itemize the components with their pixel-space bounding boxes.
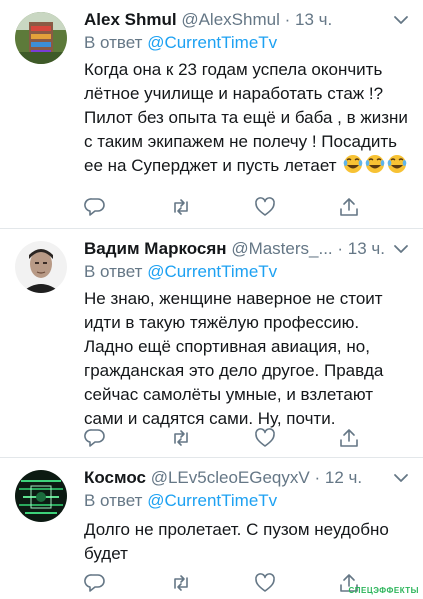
share-icon[interactable] (338, 427, 360, 449)
reply-context: В ответ @CurrentTimeTv (84, 491, 277, 511)
tweet-body: Не знаю, женщине наверное не стоит идти … (84, 289, 384, 428)
retweet-icon[interactable] (170, 572, 192, 594)
reply-mention-link[interactable]: @CurrentTimeTv (147, 491, 277, 510)
author-name[interactable]: Космос (84, 468, 146, 487)
timestamp[interactable]: 12 ч. (325, 468, 362, 487)
tweet-header: Alex Shmul @AlexShmul · 13 ч. (84, 10, 415, 32)
tweet-actions (84, 572, 394, 596)
separator-dot: · (284, 10, 291, 29)
like-icon[interactable] (254, 427, 276, 449)
share-icon[interactable] (338, 196, 360, 218)
tweet-actions (84, 427, 394, 451)
reply-context: В ответ @CurrentTimeTv (84, 262, 277, 282)
reply-icon[interactable] (84, 196, 106, 218)
tweet-1[interactable]: Alex Shmul @AlexShmul · 13 ч. В ответ @C… (0, 0, 423, 228)
tweet-text: Не знаю, женщине наверное не стоит идти … (84, 287, 413, 431)
like-icon[interactable] (254, 196, 276, 218)
chevron-down-icon[interactable] (391, 239, 411, 259)
separator-dot: · (314, 468, 321, 487)
author-name[interactable]: Alex Shmul (84, 10, 177, 29)
tweet-text: Когда она к 23 годам успела окончить лёт… (84, 58, 413, 181)
avatar[interactable] (15, 241, 67, 293)
separator-dot: · (337, 239, 344, 258)
reply-prefix: В ответ (84, 491, 143, 510)
tweet-3[interactable]: Космос @LEv5cleoEGeqyxV · 12 ч. В ответ … (0, 458, 423, 597)
laughing-with-tears-emoji (343, 154, 407, 181)
tweet-2[interactable]: Вадим Маркосян @Masters_... · 13 ч. В от… (0, 229, 423, 457)
author-name[interactable]: Вадим Маркосян (84, 239, 227, 258)
author-handle[interactable]: @AlexShmul (181, 10, 280, 29)
reply-prefix: В ответ (84, 33, 143, 52)
author-handle[interactable]: @LEv5cleoEGeqyxV (151, 468, 310, 487)
tweet-actions (84, 196, 394, 220)
reply-mention-link[interactable]: @CurrentTimeTv (147, 262, 277, 281)
tweet-body: Долго не пролетает. С пузом неудобно буд… (84, 520, 389, 563)
reply-prefix: В ответ (84, 262, 143, 281)
watermark-logo: СПЕЦЭФФЕКТЫ (348, 586, 419, 595)
tweet-text: Долго не пролетает. С пузом неудобно буд… (84, 518, 413, 566)
reply-mention-link[interactable]: @CurrentTimeTv (147, 33, 277, 52)
timestamp[interactable]: 13 ч. (295, 10, 332, 29)
retweet-icon[interactable] (170, 427, 192, 449)
avatar[interactable] (15, 470, 67, 522)
tweet-header: Космос @LEv5cleoEGeqyxV · 12 ч. (84, 468, 415, 490)
reply-context: В ответ @CurrentTimeTv (84, 33, 277, 53)
reply-icon[interactable] (84, 427, 106, 449)
tweet-header: Вадим Маркосян @Masters_... · 13 ч. (84, 239, 415, 261)
like-icon[interactable] (254, 572, 276, 594)
avatar[interactable] (15, 12, 67, 64)
author-handle[interactable]: @Masters_... (231, 239, 332, 258)
chevron-down-icon[interactable] (391, 10, 411, 30)
reply-icon[interactable] (84, 572, 106, 594)
timestamp[interactable]: 13 ч. (348, 239, 385, 258)
chevron-down-icon[interactable] (391, 468, 411, 488)
retweet-icon[interactable] (170, 196, 192, 218)
